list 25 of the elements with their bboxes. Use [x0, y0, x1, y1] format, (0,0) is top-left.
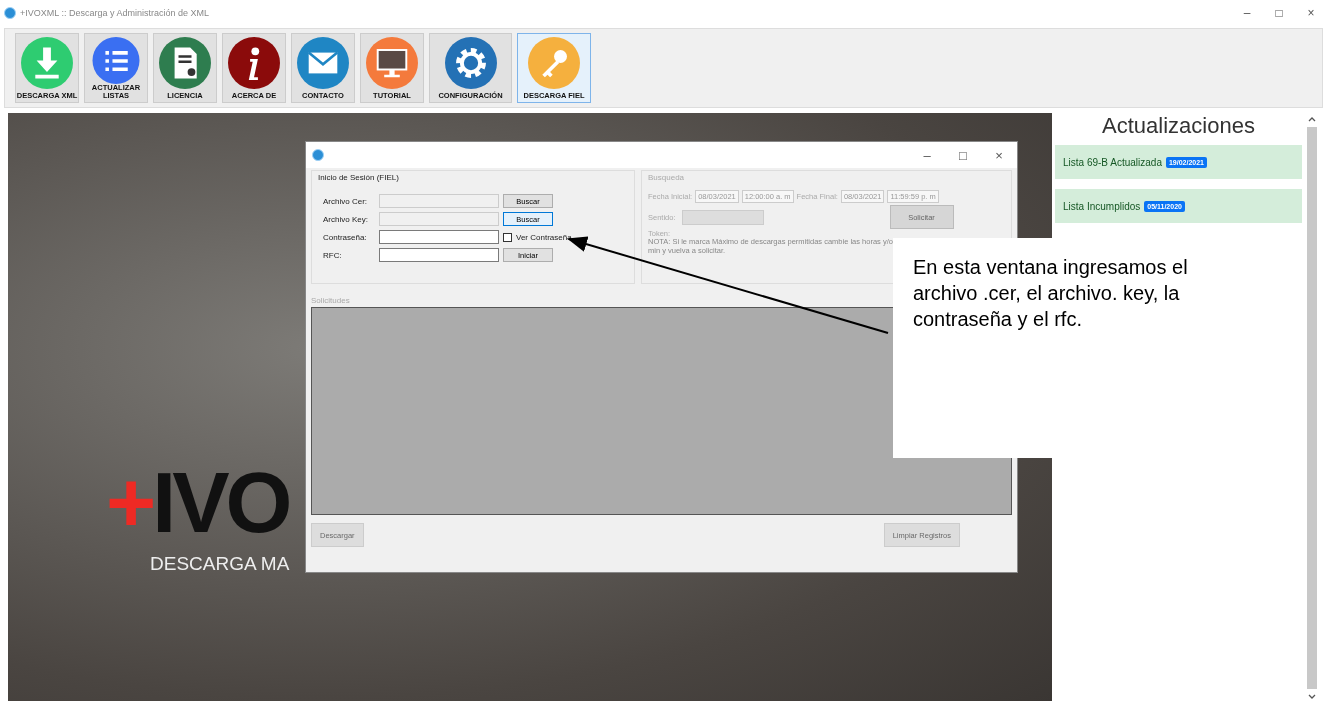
logo-text: +IVO — [106, 453, 289, 552]
maximize-button[interactable]: □ — [1263, 5, 1295, 21]
field-label: Archivo Cer: — [323, 196, 368, 206]
minimize-button[interactable]: – — [909, 146, 945, 164]
app-icon — [4, 7, 16, 19]
checkbox[interactable] — [503, 232, 512, 242]
close-button[interactable]: × — [1295, 5, 1327, 21]
field-label: Archivo Key: — [323, 214, 369, 224]
scrollbar-thumb[interactable] — [1307, 127, 1317, 689]
input-field[interactable] — [379, 230, 499, 244]
panel-title: Actualizaciones — [1101, 113, 1256, 139]
maximize-button[interactable]: □ — [945, 146, 981, 164]
update-label: Lista Incumplidos — [1063, 200, 1141, 212]
group-title: Busqueda — [648, 173, 686, 182]
update-label: Lista 69-B Actualizada — [1063, 156, 1162, 168]
checkbox-label[interactable]: Ver Contraseña — [516, 232, 572, 242]
logo-subtitle: DESCARGA MA — [150, 553, 290, 575]
field-label: Contraseña: — [323, 232, 368, 242]
field-label: RFC: — [323, 250, 343, 260]
window-title: +IVOXML :: Descarga y Administración de XML — [20, 8, 209, 18]
close-button[interactable]: × — [981, 146, 1017, 164]
minimize-button[interactable]: – — [1231, 5, 1263, 21]
group-title: Inicio de Sesión (FIEL) — [318, 173, 400, 182]
input-field[interactable] — [379, 248, 499, 262]
app-icon — [312, 149, 324, 161]
